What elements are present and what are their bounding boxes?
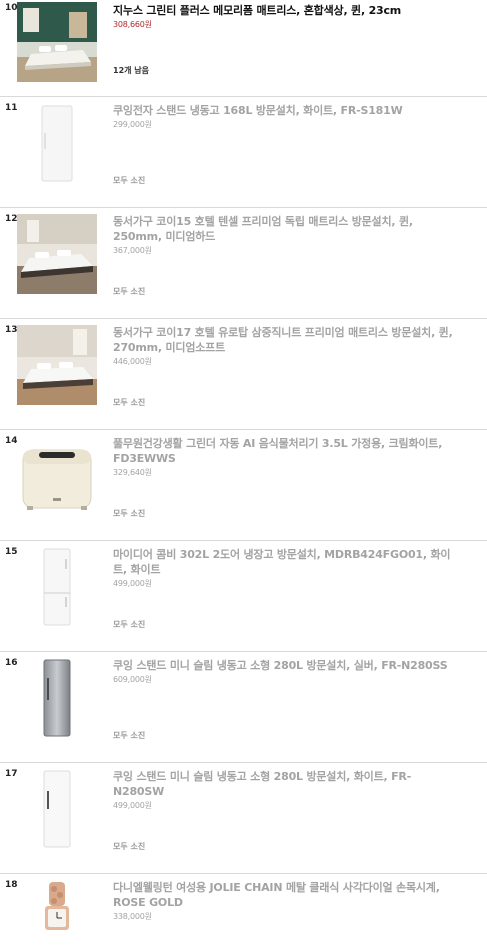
product-info[interactable]: 쿠잉 스탠드 미니 슬림 냉동고 소형 280L 방문설치, 화이트, FR-N… bbox=[113, 769, 458, 812]
product-title[interactable]: 동서가구 코이17 호텔 유로탑 삼중직니트 프리미엄 매트리스 방문설치, 퀸… bbox=[113, 326, 453, 354]
white-fridge-icon bbox=[17, 547, 97, 627]
product-thumbnail[interactable] bbox=[17, 658, 97, 738]
product-title[interactable]: 쿠잉 스탠드 미니 슬림 냉동고 소형 280L 방문설치, 실버, FR-N2… bbox=[113, 659, 448, 672]
rank-number: 12 bbox=[5, 214, 18, 224]
product-price: 609,000원 bbox=[113, 675, 152, 684]
white-freezer-icon bbox=[17, 769, 97, 849]
product-row[interactable]: 18 다니엘웰링턴 여성용 JOLIE CHAIN 메탈 클래식 사각다이얼 손… bbox=[0, 874, 487, 945]
product-ranking-list: 10 지누스 그린티 플러스 메모리폼 매트리스, 혼합색상, 퀸, 23cm … bbox=[0, 0, 487, 945]
product-price: 446,000원 bbox=[113, 357, 152, 366]
stock-status: 모두 소진 bbox=[113, 842, 146, 851]
product-row[interactable]: 14 풀무원건강생활 그린더 자동 AI 음식물처리기 3.5L 가정용, 크림… bbox=[0, 430, 487, 541]
product-row[interactable]: 15 마이디어 콤비 302L 2도어 냉장고 방문설치, MDRB424FGO… bbox=[0, 541, 487, 652]
product-info[interactable]: 지누스 그린티 플러스 메모리폼 매트리스, 혼합색상, 퀸, 23cm 308… bbox=[113, 3, 458, 31]
stock-status: 12개 남음 bbox=[113, 66, 149, 75]
silver-freezer-icon bbox=[17, 658, 97, 738]
product-price: 499,000원 bbox=[113, 801, 152, 810]
product-title[interactable]: 다니엘웰링턴 여성용 JOLIE CHAIN 메탈 클래식 사각다이얼 손목시계… bbox=[113, 881, 440, 909]
product-price: 308,660원 bbox=[113, 20, 152, 29]
mattress-bedroom-icon bbox=[17, 2, 97, 82]
product-thumbnail[interactable] bbox=[17, 214, 97, 294]
product-row[interactable]: 11 쿠잉전자 스탠드 냉동고 168L 방문설치, 화이트, FR-S181W… bbox=[0, 97, 487, 208]
bed-mattress-icon bbox=[17, 214, 97, 294]
product-row[interactable]: 13 동서가구 코이17 호텔 유로탑 삼중직니트 프리미엄 매트리스 방문설치… bbox=[0, 319, 487, 430]
food-waste-processor-icon bbox=[17, 436, 97, 516]
product-info[interactable]: 쿠잉 스탠드 미니 슬림 냉동고 소형 280L 방문설치, 실버, FR-N2… bbox=[113, 658, 458, 686]
product-row[interactable]: 10 지누스 그린티 플러스 메모리폼 매트리스, 혼합색상, 퀸, 23cm … bbox=[0, 0, 487, 97]
rank-number: 13 bbox=[5, 325, 18, 335]
product-price: 338,000원 bbox=[113, 912, 152, 921]
stock-status: 모두 소진 bbox=[113, 509, 146, 518]
product-thumbnail[interactable] bbox=[17, 2, 97, 82]
product-title[interactable]: 쿠잉전자 스탠드 냉동고 168L 방문설치, 화이트, FR-S181W bbox=[113, 104, 403, 117]
rank-number: 11 bbox=[5, 103, 18, 113]
product-thumbnail[interactable] bbox=[17, 769, 97, 849]
product-price: 499,000원 bbox=[113, 579, 152, 588]
product-price: 329,640원 bbox=[113, 468, 152, 477]
product-info[interactable]: 동서가구 코이15 호텔 텐셀 프리미엄 독립 매트리스 방문설치, 퀸, 25… bbox=[113, 214, 458, 257]
product-price: 299,000원 bbox=[113, 120, 152, 129]
rank-number: 17 bbox=[5, 769, 18, 779]
product-price: 367,000원 bbox=[113, 246, 152, 255]
rank-number: 14 bbox=[5, 436, 18, 446]
product-info[interactable]: 마이디어 콤비 302L 2도어 냉장고 방문설치, MDRB424FGO01,… bbox=[113, 547, 458, 590]
product-info[interactable]: 다니엘웰링턴 여성용 JOLIE CHAIN 메탈 클래식 사각다이얼 손목시계… bbox=[113, 880, 458, 923]
rose-gold-watch-icon bbox=[17, 880, 97, 945]
product-title[interactable]: 마이디어 콤비 302L 2도어 냉장고 방문설치, MDRB424FGO01,… bbox=[113, 548, 451, 576]
product-info[interactable]: 동서가구 코이17 호텔 유로탑 삼중직니트 프리미엄 매트리스 방문설치, 퀸… bbox=[113, 325, 458, 368]
stock-status: 모두 소진 bbox=[113, 620, 146, 629]
product-title[interactable]: 지누스 그린티 플러스 메모리폼 매트리스, 혼합색상, 퀸, 23cm bbox=[113, 4, 401, 17]
product-info[interactable]: 풀무원건강생활 그린더 자동 AI 음식물처리기 3.5L 가정용, 크림화이트… bbox=[113, 436, 458, 479]
product-title[interactable]: 쿠잉 스탠드 미니 슬림 냉동고 소형 280L 방문설치, 화이트, FR-N… bbox=[113, 770, 411, 798]
product-title[interactable]: 동서가구 코이15 호텔 텐셀 프리미엄 독립 매트리스 방문설치, 퀸, 25… bbox=[113, 215, 413, 243]
stock-status: 모두 소진 bbox=[113, 287, 146, 296]
rank-number: 10 bbox=[5, 3, 18, 13]
rank-number: 15 bbox=[5, 547, 18, 557]
bed-mattress-icon bbox=[17, 325, 97, 405]
rank-number: 16 bbox=[5, 658, 18, 668]
white-freezer-icon bbox=[17, 103, 97, 183]
product-thumbnail[interactable] bbox=[17, 325, 97, 405]
product-row[interactable]: 12 동서가구 코이15 호텔 텐셀 프리미엄 독립 매트리스 방문설치, 퀸,… bbox=[0, 208, 487, 319]
product-thumbnail[interactable] bbox=[17, 547, 97, 627]
stock-status: 모두 소진 bbox=[113, 731, 146, 740]
product-thumbnail[interactable] bbox=[17, 103, 97, 183]
product-thumbnail[interactable] bbox=[17, 436, 97, 516]
stock-status: 모두 소진 bbox=[113, 176, 146, 185]
product-info[interactable]: 쿠잉전자 스탠드 냉동고 168L 방문설치, 화이트, FR-S181W 29… bbox=[113, 103, 458, 131]
product-row[interactable]: 17 쿠잉 스탠드 미니 슬림 냉동고 소형 280L 방문설치, 화이트, F… bbox=[0, 763, 487, 874]
product-title[interactable]: 풀무원건강생활 그린더 자동 AI 음식물처리기 3.5L 가정용, 크림화이트… bbox=[113, 437, 442, 465]
rank-number: 18 bbox=[5, 880, 18, 890]
product-thumbnail[interactable] bbox=[17, 880, 97, 945]
stock-status: 모두 소진 bbox=[113, 398, 146, 407]
product-row[interactable]: 16 쿠잉 스탠드 미니 슬림 냉동고 소형 280L 방문설치, 실버, FR… bbox=[0, 652, 487, 763]
